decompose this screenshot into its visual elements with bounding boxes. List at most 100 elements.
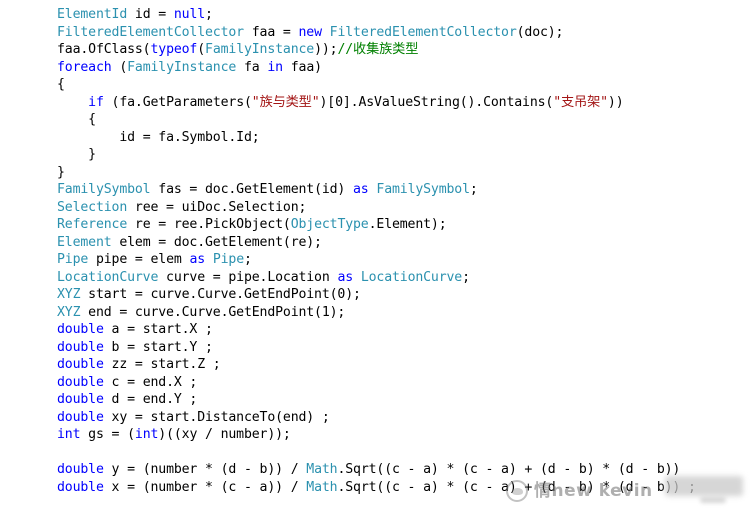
code-line: double b = start.Y ; (57, 339, 756, 357)
code-token-type: ObjectType (290, 217, 369, 232)
code-token-kw: as (337, 269, 354, 285)
code-token-kw: null (173, 7, 206, 22)
code-token-plain: xy = start.DistanceTo(end) ; (103, 409, 330, 425)
code-token-plain: (doc); (516, 24, 564, 40)
redaction-smudge (700, 497, 726, 503)
code-token-type: FamilySymbol (57, 182, 151, 197)
code-token-kw: double (57, 374, 104, 390)
code-line: double d = end.Y ; (57, 391, 756, 409)
code-token-type: Element (57, 234, 112, 250)
code-token-type: Pipe (57, 252, 89, 267)
code-token-plain: d = end.Y ; (103, 392, 198, 407)
code-token-type: Math (306, 479, 338, 495)
code-token-kw: new (298, 24, 322, 40)
code-line: } (57, 164, 756, 182)
code-token-plain: y = (number * (d - b)) / (103, 462, 307, 477)
code-token-plain: start = curve.Curve.GetEndPoint(0); (80, 287, 361, 302)
code-token-type: LocationCurve (57, 269, 159, 285)
code-token-type: Pipe (212, 252, 244, 267)
code-line: double a = start.X ; (57, 321, 756, 339)
code-token-type: FamilyInstance (205, 42, 315, 57)
code-token-plain: (fa.GetParameters( (103, 94, 252, 110)
code-token-plain: elem = doc.GetElement(re); (111, 234, 322, 250)
code-token-plain: re = ree.PickObject( (127, 217, 291, 232)
code-line: { (57, 76, 756, 94)
code-token-plain: end = curve.Curve.GetEndPoint(1); (80, 304, 346, 320)
code-token-kw: as (353, 182, 369, 197)
code-line: double c = end.X ; (57, 374, 756, 392)
code-token-kw: in (267, 59, 283, 75)
code-token-plain: .Sqrt((c - a) * (c - a) + (d - b) * (d -… (337, 479, 696, 495)
code-line: int gs = (int)((xy / number)); (57, 426, 756, 444)
code-editor-content[interactable]: ElementId id = null; FilteredElementColle… (57, 6, 756, 496)
code-token-plain: a = start.X ; (103, 322, 213, 337)
code-token-plain: pipe = elem (88, 252, 190, 267)
code-token-type: FamilySymbol (376, 182, 470, 197)
code-token-type: LocationCurve (360, 269, 463, 285)
code-screenshot: ElementId id = null; FilteredElementColle… (0, 0, 756, 517)
code-token-kw: int (134, 427, 159, 442)
code-token-str: "族与类型" (251, 94, 320, 110)
code-token-type: FilteredElementCollector (329, 24, 517, 40)
code-line: } (57, 146, 756, 164)
code-token-plain: b = start.Y ; (103, 339, 213, 355)
code-token-plain: gs = ( (80, 427, 135, 442)
code-token-plain: ( (197, 42, 206, 57)
code-token-plain: id = fa.Symbol.Id; (119, 129, 260, 145)
code-token-plain: )); (314, 42, 338, 57)
code-line: faa.OfClass(typeof(FamilyInstance));//收集… (57, 41, 756, 59)
code-token-type: Selection (57, 199, 128, 215)
code-token-kw: typeof (150, 42, 198, 57)
code-token-comment: //收集族类型 (337, 42, 419, 57)
code-line: if (fa.GetParameters("族与类型")[0].AsValueS… (57, 94, 756, 112)
code-token-plain: { (57, 77, 65, 92)
code-token-plain: )) (607, 94, 624, 110)
code-line: foreach (FamilyInstance fa in faa) (57, 59, 756, 77)
code-token-plain: c = end.X ; (103, 374, 198, 390)
code-line: id = fa.Symbol.Id; (57, 129, 756, 147)
code-line: double zz = start.Z ; (57, 356, 756, 374)
code-line: double y = (number * (d - b)) / Math.Sqr… (57, 461, 756, 479)
code-token-kw: double (57, 479, 104, 495)
code-line: Reference re = ree.PickObject(ObjectType… (57, 216, 756, 234)
code-token-str: "支吊架" (553, 94, 608, 110)
code-token-plain: ; (244, 252, 252, 267)
code-line: FilteredElementCollector faa = new Filte… (57, 24, 756, 42)
code-line: { (57, 111, 756, 129)
code-token-plain: zz = start.Z ; (103, 357, 221, 372)
code-token-plain: ; (205, 7, 213, 22)
code-token-type: Math (306, 462, 338, 477)
code-line: XYZ start = curve.Curve.GetEndPoint(0); (57, 286, 756, 304)
code-token-plain: ( (111, 59, 128, 75)
code-token-plain: )((xy / number)); (158, 427, 291, 442)
code-token-kw: double (57, 357, 104, 372)
code-token-plain: faa) (282, 59, 322, 75)
code-token-plain: fas = doc.GetElement(id) (150, 182, 354, 197)
code-token-kw: double (57, 339, 104, 355)
code-token-plain: ; (469, 182, 478, 197)
code-token-plain: ; (462, 269, 470, 285)
code-token-plain: faa = (243, 24, 299, 40)
code-line: FamilySymbol fas = doc.GetElement(id) as… (57, 181, 756, 199)
code-line: Pipe pipe = elem as Pipe; (57, 251, 756, 269)
code-token-type: Reference (57, 217, 128, 232)
code-line: Element elem = doc.GetElement(re); (57, 234, 756, 252)
code-token-plain: )[0].AsValueString().Contains( (319, 94, 554, 110)
code-token-type: ElementId (57, 7, 128, 22)
code-token-plain: x = (number * (c - a)) / (103, 479, 307, 495)
code-token-plain: .Element); (368, 217, 447, 232)
code-line: double x = (number * (c - a)) / Math.Sqr… (57, 479, 756, 497)
code-token-plain: } (88, 147, 96, 162)
code-token-kw: double (57, 409, 104, 425)
code-token-kw: double (57, 322, 104, 337)
code-token-type: FamilyInstance (127, 59, 237, 75)
code-token-kw: if (88, 94, 104, 110)
